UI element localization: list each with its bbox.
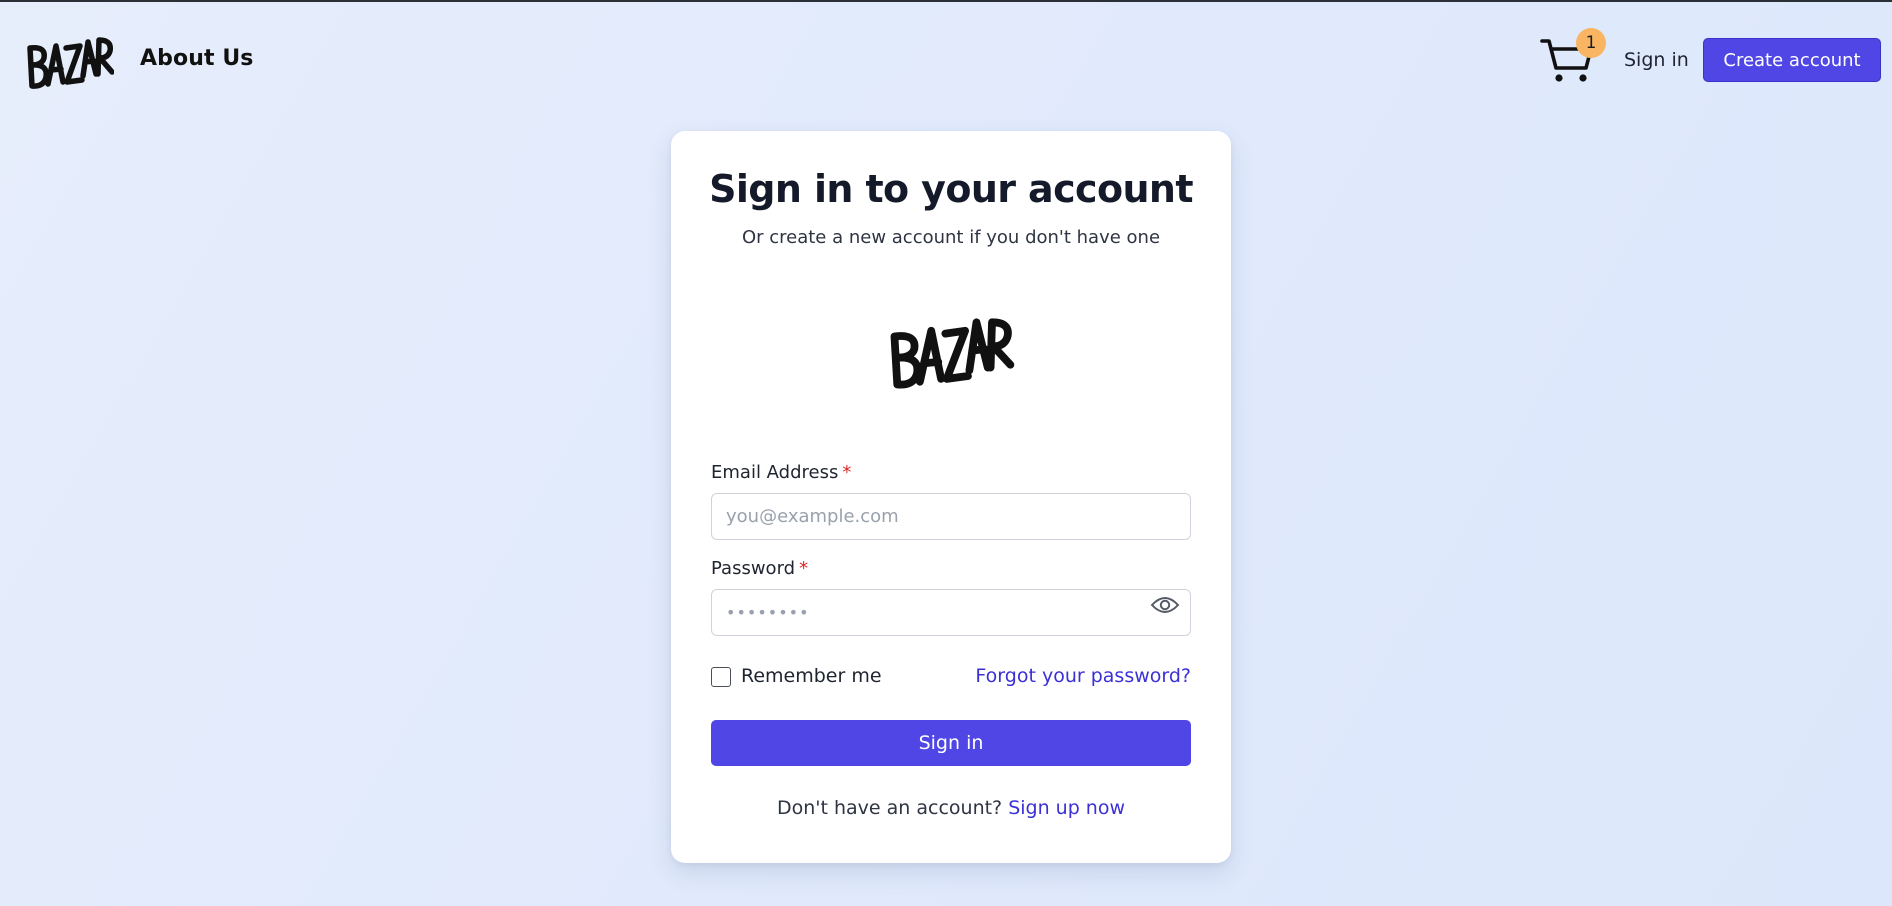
email-label: Email Address *: [711, 462, 851, 483]
email-label-text: Email Address: [711, 462, 839, 483]
email-input[interactable]: [711, 493, 1191, 540]
cart-count-badge: 1: [1576, 28, 1606, 58]
bazar-logo-large: [886, 311, 1016, 393]
sign-in-button[interactable]: Sign in: [711, 720, 1191, 766]
signup-prompt: Don't have an account? Sign up now: [671, 797, 1231, 819]
sign-up-now-link[interactable]: Sign up now: [1008, 797, 1125, 819]
header-sign-in-link[interactable]: Sign in: [1624, 49, 1689, 71]
remember-me-label[interactable]: Remember me: [741, 665, 882, 687]
forgot-password-link[interactable]: Forgot your password?: [975, 665, 1191, 687]
page-subtitle: Or create a new account if you don't hav…: [741, 227, 1161, 248]
remember-me-checkbox[interactable]: [711, 667, 731, 687]
show-password-eye-icon[interactable]: [1150, 594, 1180, 616]
site-header: About Us 1 Sign in Create account: [0, 2, 1892, 116]
password-input[interactable]: [711, 589, 1191, 636]
required-mark: *: [842, 462, 852, 483]
create-account-button[interactable]: Create account: [1703, 38, 1881, 82]
required-mark: *: [799, 558, 809, 579]
sign-in-card: Sign in to your account Or create a new …: [671, 131, 1231, 863]
cart-button[interactable]: 1: [1536, 28, 1606, 86]
password-label: Password *: [711, 558, 808, 579]
page-title: Sign in to your account: [709, 167, 1193, 211]
password-label-text: Password: [711, 558, 796, 579]
bazar-logo[interactable]: [26, 34, 115, 92]
no-account-text: Don't have an account?: [776, 797, 1003, 819]
about-us-link[interactable]: About Us: [140, 46, 254, 71]
